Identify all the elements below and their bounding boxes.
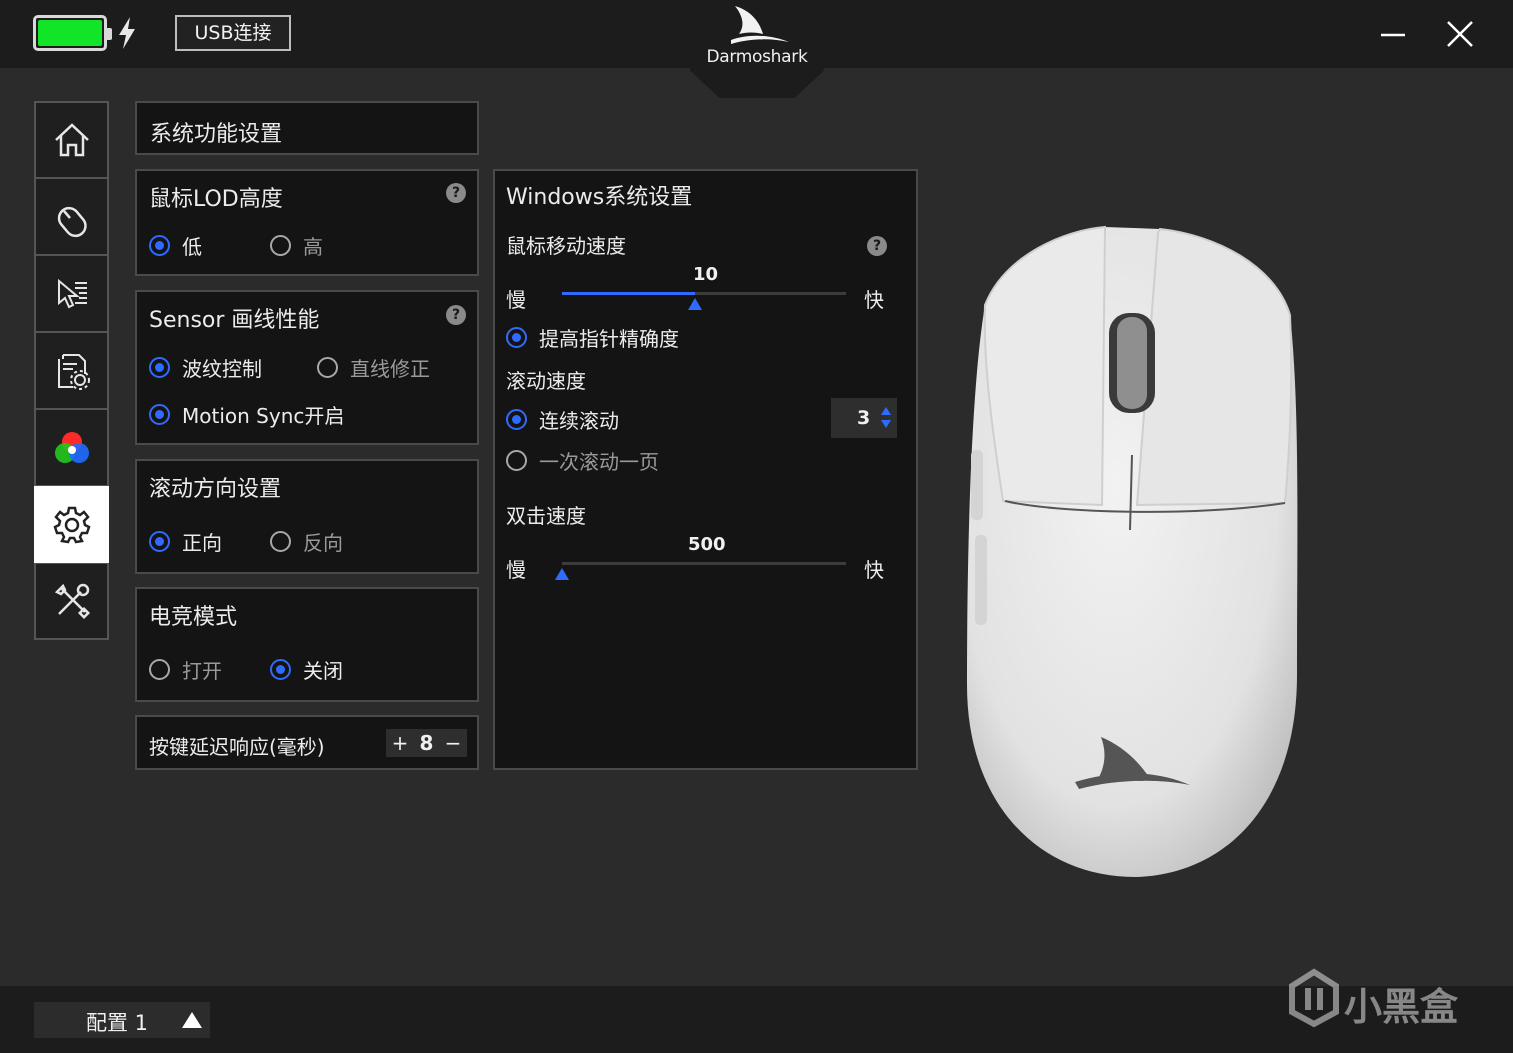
lod-high-radio[interactable]: 高 bbox=[270, 231, 323, 260]
lod-low-radio[interactable]: 低 bbox=[149, 231, 202, 260]
connection-button[interactable]: USB连接 bbox=[175, 15, 291, 51]
double-click-slider[interactable] bbox=[555, 562, 846, 580]
radio-dot bbox=[506, 409, 527, 430]
scroll-direction-panel: 滚动方向设置 正向 反向 bbox=[135, 459, 479, 574]
double-click-thumb[interactable] bbox=[555, 568, 569, 580]
brand-name: Darmoshark bbox=[706, 47, 808, 67]
radio-dot bbox=[149, 659, 170, 680]
pointer-settings-icon bbox=[57, 278, 87, 308]
lightning-bolt-icon bbox=[119, 17, 135, 49]
system-settings-header: 系统功能设置 bbox=[135, 101, 479, 155]
radio-dot bbox=[317, 357, 338, 378]
continuous-scroll-radio[interactable]: 连续滚动 bbox=[506, 405, 619, 434]
xiaoheihe-logo-icon bbox=[1289, 968, 1339, 1028]
profile-label: 配置 1 bbox=[86, 1011, 149, 1035]
close-icon[interactable] bbox=[1444, 18, 1476, 50]
debounce-value: 8 bbox=[419, 731, 434, 755]
macro-document-icon bbox=[57, 353, 90, 390]
ripple-control-radio[interactable]: 波纹控制 bbox=[149, 353, 262, 382]
scroll-reverse-radio[interactable]: 反向 bbox=[270, 527, 343, 556]
watermark: 小黑盒 bbox=[1286, 966, 1486, 1030]
help-icon[interactable]: ? bbox=[867, 236, 887, 256]
radio-dot bbox=[270, 531, 291, 552]
rgb-lighting-icon bbox=[54, 431, 89, 463]
page-scroll-radio[interactable]: 一次滚动一页 bbox=[506, 446, 659, 475]
sidebar-item-lighting[interactable] bbox=[34, 409, 109, 486]
enhance-precision-radio[interactable]: 提高指针精确度 bbox=[506, 323, 679, 352]
motion-sync-radio[interactable]: Motion Sync开启 bbox=[149, 400, 344, 429]
windows-settings-title: Windows系统设置 bbox=[506, 185, 693, 210]
increase-button[interactable]: + bbox=[392, 731, 409, 755]
watermark-text: 小黑盒 bbox=[1344, 985, 1459, 1029]
angle-snapping-radio[interactable]: 直线修正 bbox=[317, 353, 430, 382]
scroll-speed-label: 滚动速度 bbox=[506, 369, 586, 393]
radio-dot bbox=[506, 327, 527, 348]
triangle-up-icon bbox=[182, 1012, 202, 1028]
esports-mode-panel: 电竞模式 打开 关闭 bbox=[135, 587, 479, 702]
sidebar-item-mouse[interactable] bbox=[34, 178, 109, 255]
sidebar-item-settings[interactable] bbox=[34, 486, 109, 563]
sidebar-item-tools[interactable] bbox=[34, 563, 109, 640]
scroll-forward-radio[interactable]: 正向 bbox=[149, 527, 222, 556]
sidebar bbox=[34, 101, 109, 640]
mouse-product-image bbox=[967, 225, 1298, 877]
double-click-slow-label: 慢 bbox=[506, 558, 526, 582]
debounce-stepper: + 8 − bbox=[386, 729, 467, 757]
tools-icon bbox=[54, 583, 90, 620]
radio-dot bbox=[506, 450, 527, 471]
mouse-icon bbox=[57, 206, 87, 237]
shark-fin-logo-icon bbox=[731, 6, 789, 44]
pointer-speed-slow-label: 慢 bbox=[506, 288, 526, 312]
battery-fill bbox=[38, 20, 102, 46]
home-icon bbox=[54, 123, 89, 157]
battery-indicator bbox=[33, 15, 112, 51]
debounce-label: 按键延迟响应(毫秒) bbox=[149, 735, 325, 759]
lod-panel: 鼠标LOD高度 ? 低 高 bbox=[135, 169, 479, 276]
esports-on-radio[interactable]: 打开 bbox=[149, 655, 222, 684]
esports-off-radio[interactable]: 关闭 bbox=[270, 655, 343, 684]
sidebar-item-macro[interactable] bbox=[34, 332, 109, 409]
spin-up-icon[interactable] bbox=[881, 407, 891, 415]
radio-dot bbox=[149, 531, 170, 552]
debounce-panel: 按键延迟响应(毫秒) + 8 − bbox=[135, 715, 479, 770]
page-title: 系统功能设置 bbox=[150, 122, 283, 147]
pointer-speed-slider[interactable] bbox=[562, 292, 846, 310]
double-click-value: 500 bbox=[688, 534, 726, 555]
sensor-title: Sensor 画线性能 bbox=[149, 308, 320, 333]
help-icon[interactable]: ? bbox=[446, 183, 466, 203]
double-click-label: 双击速度 bbox=[506, 504, 586, 528]
scroll-lines-value: 3 bbox=[857, 407, 871, 429]
pointer-speed-fill bbox=[562, 292, 696, 295]
pointer-speed-value: 10 bbox=[693, 264, 719, 285]
lod-title: 鼠标LOD高度 bbox=[149, 187, 283, 212]
radio-dot bbox=[270, 659, 291, 680]
sidebar-item-pointer[interactable] bbox=[34, 255, 109, 332]
esports-mode-title: 电竞模式 bbox=[149, 605, 238, 630]
help-icon[interactable]: ? bbox=[446, 305, 466, 325]
profile-selector[interactable]: 配置 1 bbox=[34, 1002, 210, 1038]
radio-dot bbox=[149, 404, 170, 425]
double-click-fast-label: 快 bbox=[864, 558, 884, 582]
sensor-panel: Sensor 画线性能 ? 波纹控制 直线修正 Motion Sync开启 bbox=[135, 290, 479, 445]
decrease-button[interactable]: − bbox=[445, 731, 462, 755]
pointer-speed-label: 鼠标移动速度 bbox=[506, 234, 626, 258]
scroll-lines-spinner[interactable]: 3 bbox=[831, 398, 897, 438]
radio-dot bbox=[270, 235, 291, 256]
minimize-icon[interactable] bbox=[1378, 20, 1408, 50]
gear-icon bbox=[52, 506, 91, 543]
pointer-speed-fast-label: 快 bbox=[864, 288, 884, 312]
sidebar-item-home[interactable] bbox=[34, 101, 109, 178]
scroll-direction-title: 滚动方向设置 bbox=[149, 477, 282, 502]
radio-dot bbox=[149, 357, 170, 378]
pointer-speed-thumb[interactable] bbox=[688, 298, 703, 310]
radio-dot bbox=[149, 235, 170, 256]
spin-down-icon[interactable] bbox=[881, 420, 891, 428]
